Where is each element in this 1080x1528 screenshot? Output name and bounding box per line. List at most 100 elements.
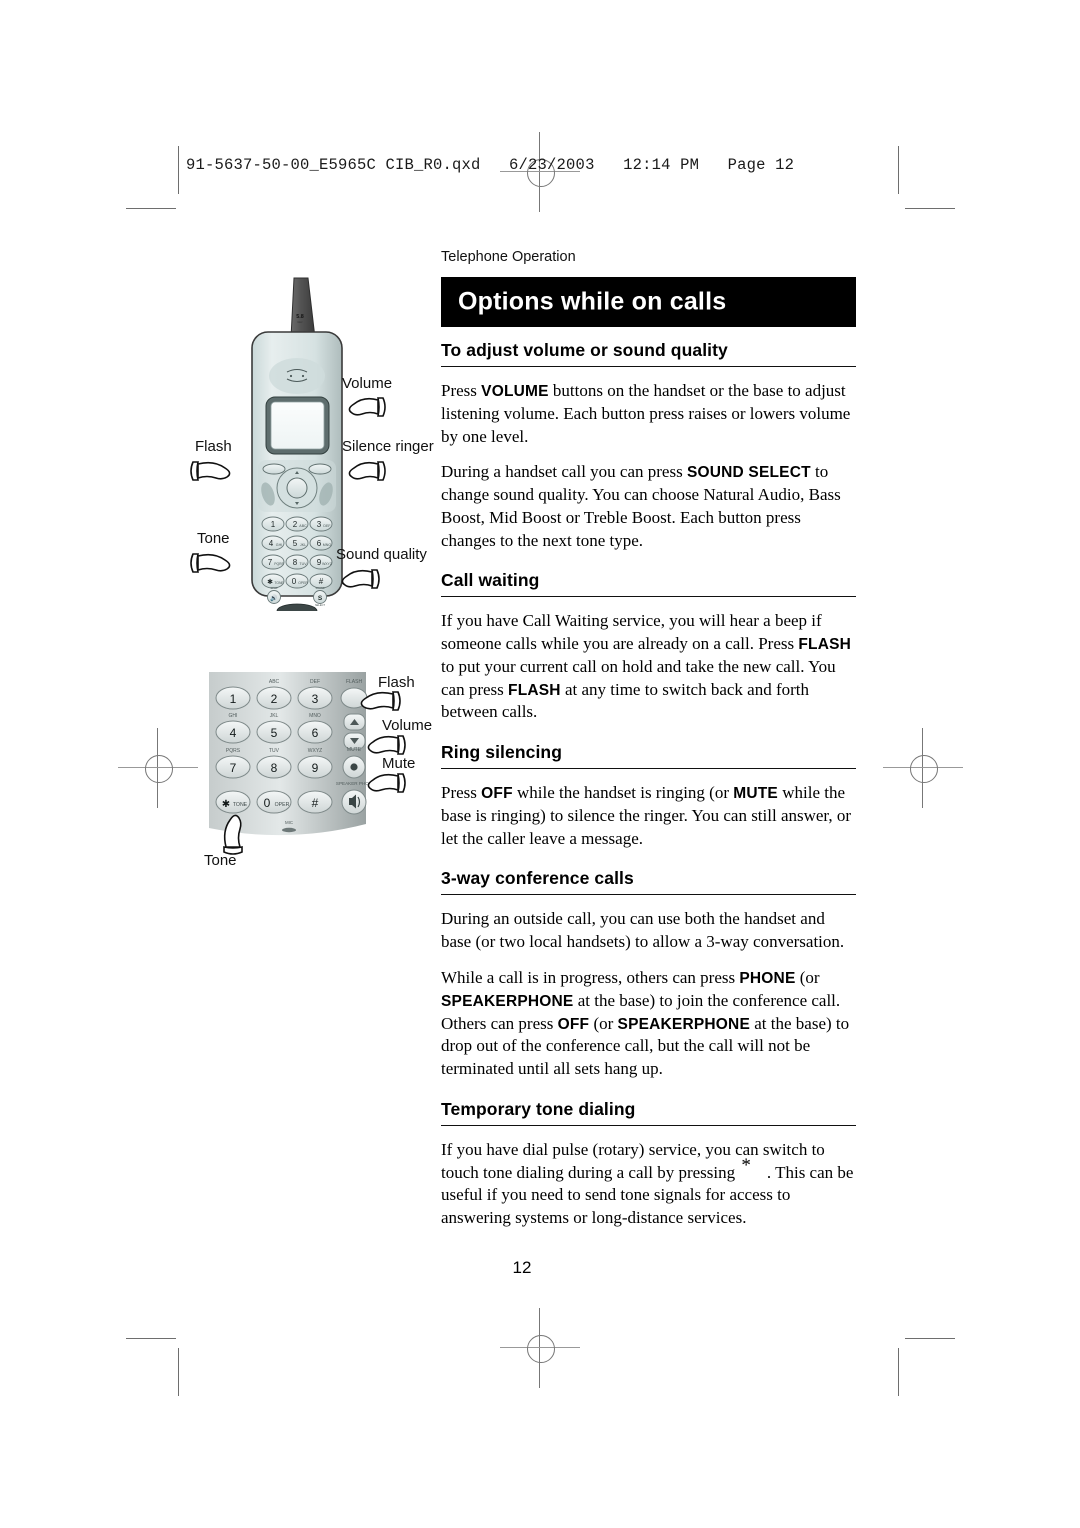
key-name: MUTE bbox=[733, 785, 778, 803]
svg-text:TONE: TONE bbox=[274, 581, 284, 585]
svg-text:TUV: TUV bbox=[269, 748, 280, 754]
svg-text:S: S bbox=[318, 595, 323, 602]
key-name: FLASH bbox=[508, 681, 561, 699]
svg-text:9: 9 bbox=[317, 558, 322, 567]
svg-text:SELECT: SELECT bbox=[315, 603, 326, 607]
page-number: 12 bbox=[512, 1258, 532, 1277]
antenna-frequency-label: 5.8 bbox=[296, 314, 304, 320]
svg-text:OPER: OPER bbox=[298, 581, 308, 585]
handset-key-row: ✱ TONE 0 OPER # bbox=[261, 573, 333, 589]
crop-mark-bottom-left-horizontal bbox=[126, 1338, 176, 1339]
crop-mark-top-right-horizontal bbox=[905, 208, 955, 209]
registration-mark-left bbox=[118, 728, 198, 808]
svg-text:MNO: MNO bbox=[309, 713, 321, 719]
base-figure: 1 2 ABC 3 DEF FLASH 4 GHI 5 JKL 6 MNO 7 … bbox=[196, 652, 432, 877]
body-paragraph: If you have dial pulse (rotary) service,… bbox=[441, 1139, 856, 1230]
body-paragraph: Press OFF while the handset is ringing (… bbox=[441, 782, 856, 850]
antenna-ghz-label: GHz bbox=[297, 320, 303, 324]
svg-text:#: # bbox=[319, 577, 324, 586]
svg-text:WXYZ: WXYZ bbox=[308, 748, 322, 754]
section-heading: Temporary tone dialing bbox=[441, 1099, 856, 1126]
svg-text:1: 1 bbox=[230, 692, 237, 706]
svg-text:TUV: TUV bbox=[299, 562, 307, 566]
text-run: Press bbox=[441, 381, 482, 400]
text-run: (or bbox=[589, 1013, 618, 1033]
speaker-icon: 🔊 bbox=[270, 594, 278, 602]
section-heading: 3-way conference calls bbox=[441, 868, 856, 896]
callout-label-silence-ringer: Silence ringer bbox=[342, 438, 434, 455]
registration-mark-right bbox=[883, 728, 963, 808]
page-title-bar: Options while on calls bbox=[441, 277, 856, 327]
section: Temporary tone dialing If you have dial p… bbox=[441, 1099, 856, 1230]
key-name: SPEAKERPHONE bbox=[617, 1015, 750, 1033]
key-name: OFF bbox=[481, 785, 513, 803]
key-name: PHONE bbox=[739, 970, 796, 988]
handset-key-row: 7 PQRS 8 TUV 9 WXYZ bbox=[261, 554, 333, 570]
svg-text:SOUND: SOUND bbox=[315, 586, 324, 590]
svg-text:✱: ✱ bbox=[267, 578, 273, 586]
flash-key bbox=[262, 463, 286, 475]
content-column: To adjust volume or sound quality Press V… bbox=[441, 340, 856, 1230]
crop-mark-top-left-vertical bbox=[178, 146, 179, 194]
crop-mark-top-right-vertical bbox=[898, 146, 899, 194]
crop-mark-bottom-left-vertical bbox=[178, 1348, 179, 1396]
svg-text:4: 4 bbox=[269, 539, 274, 548]
section: 3-way conference calls During an outside … bbox=[441, 868, 856, 1080]
pointing-hand-icon-base-mute bbox=[367, 773, 406, 793]
pointing-hand-icon-silence-ringer bbox=[348, 461, 386, 481]
svg-text:MNO: MNO bbox=[323, 543, 332, 547]
silence-ringer-key bbox=[308, 463, 332, 475]
crop-mark-bottom-right-horizontal bbox=[905, 1338, 955, 1339]
mic-label: MIC bbox=[285, 820, 293, 825]
text-run: During an outside call, you can use both… bbox=[441, 909, 845, 952]
svg-text:7: 7 bbox=[230, 761, 237, 775]
svg-text:6: 6 bbox=[317, 539, 322, 548]
svg-text:SPKR: SPKR bbox=[270, 586, 277, 590]
section-heading: To adjust volume or sound quality bbox=[441, 340, 856, 367]
svg-text:2: 2 bbox=[293, 520, 298, 529]
svg-text:GHI: GHI bbox=[276, 543, 282, 547]
svg-text:PQRS: PQRS bbox=[226, 748, 241, 754]
body-paragraph: Press VOLUME buttons on the handset or t… bbox=[441, 380, 856, 448]
star-key-glyph: * bbox=[741, 1154, 751, 1176]
svg-text:0: 0 bbox=[292, 577, 297, 586]
section: Ring silencing Press OFF while the handse… bbox=[441, 742, 856, 850]
registration-mark-bottom bbox=[500, 1308, 580, 1388]
text-run: If you have Call Waiting service, you wi… bbox=[441, 611, 822, 654]
key-name: FLASH bbox=[798, 636, 852, 654]
svg-text:8: 8 bbox=[293, 558, 298, 567]
svg-text:ABC: ABC bbox=[299, 524, 307, 528]
svg-text:ABC: ABC bbox=[269, 679, 280, 685]
handset-figure: 5.8 GHz 1 2 ABC 3 DEF 4 GHI 5 JKL 6 MNO … bbox=[190, 266, 434, 611]
key-name: OFF bbox=[557, 1015, 590, 1033]
section-heading: Call waiting bbox=[441, 570, 856, 598]
svg-text:3: 3 bbox=[312, 692, 319, 706]
handset-antenna bbox=[290, 277, 316, 339]
handset-brand-badge bbox=[276, 603, 318, 611]
svg-text:JKL: JKL bbox=[300, 543, 306, 547]
navigation-select-key bbox=[286, 477, 308, 499]
svg-text:0: 0 bbox=[264, 796, 271, 810]
svg-text:FLASH: FLASH bbox=[346, 679, 363, 685]
callout-label-sound-quality: Sound quality bbox=[336, 546, 427, 563]
text-run: During a handset call you can press bbox=[441, 462, 687, 482]
svg-text:4: 4 bbox=[230, 726, 237, 740]
svg-text:6: 6 bbox=[312, 726, 319, 740]
handset-key-row: 1 2 ABC 3 DEF bbox=[261, 516, 333, 532]
pointing-hand-icon-flash bbox=[190, 461, 231, 481]
svg-text:3: 3 bbox=[317, 520, 322, 529]
svg-text:PQRS: PQRS bbox=[274, 562, 284, 566]
text-run: While a call is in progress, others can … bbox=[441, 968, 740, 988]
pointing-hand-icon-base-flash bbox=[360, 691, 401, 711]
svg-text:#: # bbox=[312, 796, 319, 810]
base-microphone bbox=[282, 827, 296, 833]
handset-key-row: 4 GHI 5 JKL 6 MNO bbox=[261, 535, 333, 551]
qxd-file-header-stamp: 91-5637-50-00_E5965C CIB_R0.qxd 6/23/200… bbox=[186, 156, 795, 174]
key-name: SOUND SELECT bbox=[686, 464, 811, 482]
pointing-hand-icon-base-tone bbox=[223, 814, 243, 855]
body-paragraph: If you have Call Waiting service, you wi… bbox=[441, 610, 856, 724]
page-title: Options while on calls bbox=[458, 287, 727, 316]
svg-text:JKL: JKL bbox=[270, 713, 279, 719]
handset-screen bbox=[270, 401, 325, 450]
section-heading: Ring silencing bbox=[441, 742, 856, 770]
